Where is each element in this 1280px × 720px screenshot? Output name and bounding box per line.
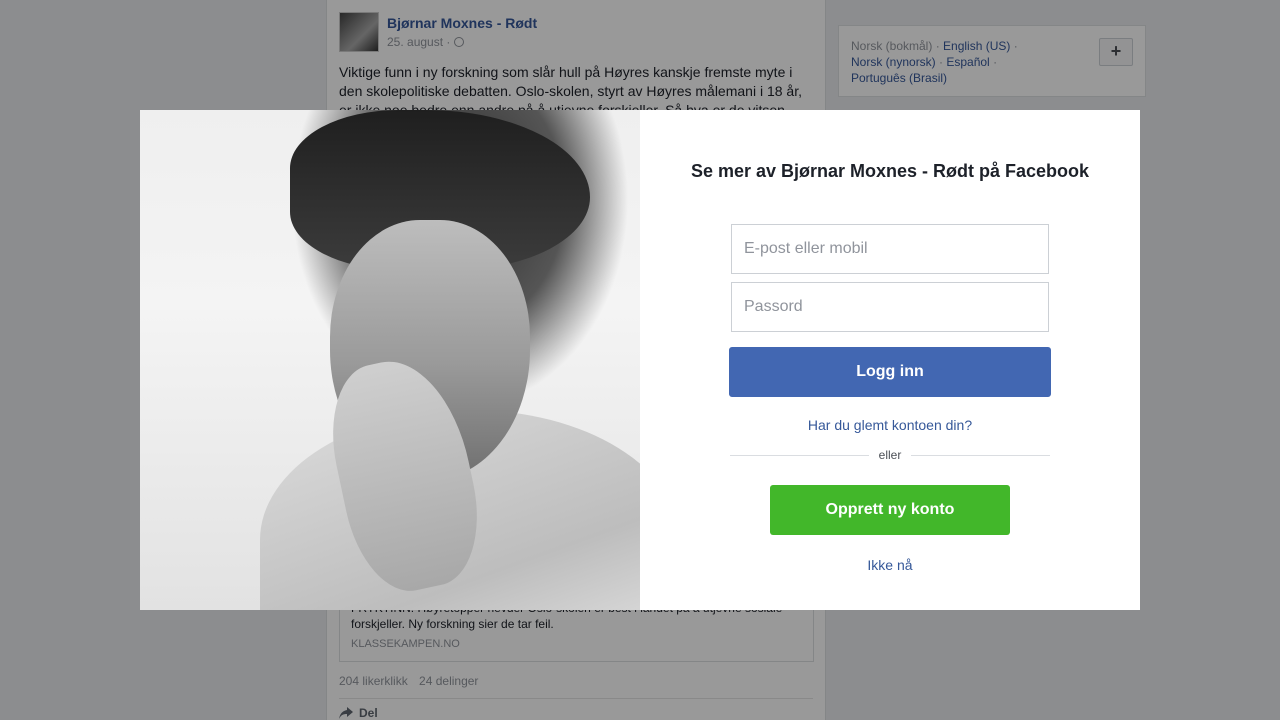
email-field[interactable]	[731, 224, 1049, 274]
forgot-account-text[interactable]: Har du glemt kontoen din?	[808, 417, 972, 433]
password-field[interactable]	[731, 282, 1049, 332]
login-button[interactable]: Logg inn	[729, 347, 1051, 397]
profile-photo	[140, 110, 640, 610]
or-divider: eller	[730, 447, 1050, 463]
create-account-button[interactable]: Opprett ny konto	[770, 485, 1010, 535]
modal-title: Se mer av Bjørnar Moxnes - Rødt på Faceb…	[690, 161, 1090, 181]
forgot-account-link: Har du glemt kontoen din?	[640, 417, 1140, 433]
not-now-text[interactable]: Ikke nå	[867, 557, 912, 573]
not-now-link: Ikke nå	[640, 557, 1140, 573]
login-modal: Se mer av Bjørnar Moxnes - Rødt på Faceb…	[140, 110, 1140, 610]
login-form: Se mer av Bjørnar Moxnes - Rødt på Faceb…	[640, 110, 1140, 610]
